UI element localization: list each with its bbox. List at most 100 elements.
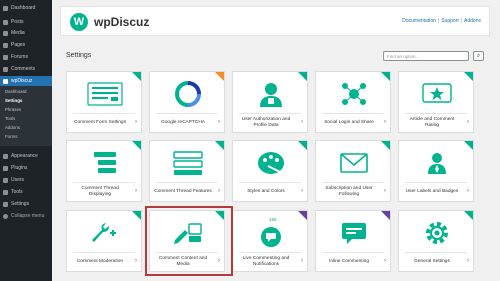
- card-label: Live Commenting and Notifications: [242, 256, 290, 267]
- card-user-authorization[interactable]: User Authorization and Profile Data ›: [232, 71, 308, 133]
- envelope-icon: [340, 153, 368, 173]
- submenu-settings[interactable]: Settings: [5, 98, 22, 103]
- card-label: Comment Thread Displaying: [81, 186, 119, 197]
- settings-icon: [3, 201, 8, 207]
- sidebar-item-media[interactable]: Media: [0, 28, 52, 38]
- wrench-icon: [3, 189, 8, 195]
- card-label: Social Login and Share: [324, 120, 374, 126]
- collapse-icon: [3, 213, 8, 219]
- card-subscription[interactable]: Subscription and User Following ›: [315, 140, 391, 202]
- admin-sidebar: Dashboard Posts Media Pages Forums Comme…: [0, 0, 52, 281]
- card-comment-form-settings[interactable]: Comment Form Settings ›: [66, 71, 142, 133]
- thread-icon: [94, 152, 116, 173]
- chevron-right-icon: ›: [467, 188, 469, 194]
- card-thread-features[interactable]: Comment Thread Features ›: [149, 140, 225, 202]
- chevron-right-icon: ›: [384, 188, 386, 194]
- card-article-rating[interactable]: Article and Comment Rating ›: [398, 71, 474, 133]
- search-input[interactable]: [383, 51, 469, 61]
- card-label: General Settings: [414, 259, 450, 265]
- plugin-header: W wpDiscuz Documentation | Support | Addons: [60, 6, 490, 36]
- sidebar-item-plugins[interactable]: Plugins: [0, 163, 52, 173]
- media-icon: [3, 30, 8, 36]
- sidebar-item-posts[interactable]: Posts: [0, 17, 52, 27]
- chevron-right-icon: ›: [384, 258, 386, 264]
- page-icon: [3, 42, 8, 48]
- thread-features-icon: [173, 151, 203, 175]
- search-icon: ⌕: [476, 52, 481, 59]
- brand-name: wpDiscuz: [94, 15, 150, 29]
- card-label: Inline Commenting: [329, 259, 369, 265]
- card-label: User Labels and Badges: [405, 189, 459, 195]
- form-icon: [87, 82, 123, 106]
- sidebar-item-settings[interactable]: Settings: [0, 199, 52, 209]
- selection-highlight: [145, 206, 233, 276]
- card-social-login[interactable]: Social Login and Share ›: [315, 71, 391, 133]
- chevron-right-icon: ›: [467, 258, 469, 264]
- card-label: Google reCAPTCHA: [161, 120, 205, 126]
- sidebar-item-pages[interactable]: Pages: [0, 40, 52, 50]
- card-general-settings[interactable]: General Settings ›: [398, 210, 474, 272]
- sidebar-item-dashboard[interactable]: Dashboard: [0, 3, 52, 13]
- sidebar-submenu: Dashboard Settings Phrases Tools Addons …: [0, 86, 52, 146]
- notification-count: 195: [269, 217, 277, 222]
- social-network-icon: [342, 83, 366, 105]
- brush-icon: [3, 153, 8, 159]
- documentation-link[interactable]: Documentation: [402, 18, 436, 24]
- chevron-right-icon: ›: [301, 188, 303, 194]
- sidebar-item-forums[interactable]: Forums: [0, 52, 52, 62]
- search-button[interactable]: ⌕: [473, 51, 484, 61]
- pin-icon: [3, 19, 8, 25]
- addons-link[interactable]: Addons: [464, 18, 481, 24]
- user-icon: [3, 177, 8, 183]
- status-corner: [298, 211, 307, 220]
- support-link[interactable]: Support: [441, 18, 459, 24]
- comment-icon: [3, 66, 8, 72]
- chevron-right-icon: ›: [135, 119, 137, 125]
- chevron-right-icon: ›: [301, 258, 303, 264]
- gear-icon: [426, 222, 448, 244]
- live-chat-icon: [261, 227, 281, 247]
- submenu-forms[interactable]: Forms: [5, 134, 17, 139]
- chevron-right-icon: ›: [301, 119, 303, 125]
- header-links: Documentation | Support | Addons: [402, 18, 481, 24]
- sidebar-item-appearance[interactable]: Appearance: [0, 151, 52, 161]
- sidebar-item-wpdiscuz[interactable]: wpDiscuz: [0, 76, 52, 86]
- submenu-tools[interactable]: Tools: [5, 116, 15, 121]
- user-profile-icon: [260, 83, 282, 107]
- card-label: Subscription and User Following: [325, 186, 373, 197]
- wrench-moderation-icon: [92, 223, 116, 242]
- chevron-right-icon: ›: [467, 119, 469, 125]
- sidebar-item-comments[interactable]: Comments: [0, 64, 52, 74]
- inline-comment-icon: [342, 223, 366, 244]
- card-styles-colors[interactable]: Styles and Colors ›: [232, 140, 308, 202]
- card-label: Comment Moderation: [76, 259, 124, 265]
- chevron-right-icon: ›: [384, 119, 386, 125]
- star-rating-icon: [422, 83, 452, 103]
- chevron-right-icon: ›: [135, 258, 137, 264]
- plug-icon: [3, 165, 8, 171]
- chevron-right-icon: ›: [135, 188, 137, 194]
- palette-icon: [258, 152, 284, 174]
- card-comment-moderation[interactable]: Comment Moderation ›: [66, 210, 142, 272]
- card-label: User Authorization and Profile Data: [241, 117, 291, 128]
- card-user-labels[interactable]: User Labels and Badges ›: [398, 140, 474, 202]
- card-thread-displaying[interactable]: Comment Thread Displaying ›: [66, 140, 142, 202]
- sidebar-item-tools[interactable]: Tools: [0, 187, 52, 197]
- recaptcha-icon: [175, 81, 201, 107]
- badge-icon: [428, 153, 446, 174]
- card-live-commenting[interactable]: 195 Live Commenting and Notifications ›: [232, 210, 308, 272]
- submenu-phrases[interactable]: Phrases: [5, 107, 21, 112]
- card-label: Article and Comment Rating: [409, 117, 455, 128]
- collapse-menu-button[interactable]: Collapse menu: [0, 211, 52, 221]
- dashboard-icon: [3, 5, 8, 11]
- submenu-addons[interactable]: Addons: [5, 125, 20, 130]
- card-label: Styles and Colors: [247, 189, 285, 195]
- card-inline-commenting[interactable]: Inline Commenting ›: [315, 210, 391, 272]
- submenu-dashboard[interactable]: Dashboard: [5, 89, 26, 94]
- wpdiscuz-icon: [3, 78, 8, 84]
- forums-icon: [3, 54, 8, 60]
- chevron-right-icon: ›: [218, 119, 220, 125]
- card-google-recaptcha[interactable]: Google reCAPTCHA ›: [149, 71, 225, 133]
- wpdiscuz-logo-icon: W: [70, 13, 88, 31]
- sidebar-item-users[interactable]: Users: [0, 175, 52, 185]
